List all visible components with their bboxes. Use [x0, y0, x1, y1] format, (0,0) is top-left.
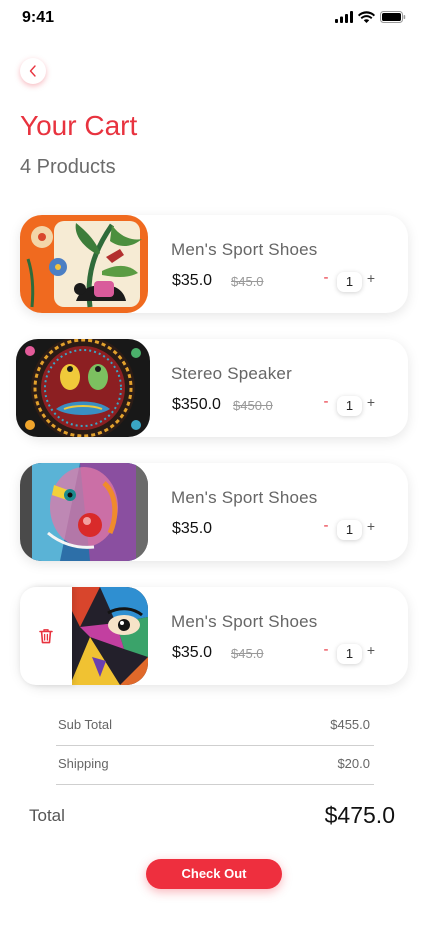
subtotal-value: $455.0	[330, 717, 370, 732]
shipping-label: Shipping	[58, 756, 109, 771]
qty-value: 1	[337, 644, 362, 664]
checkout-button[interactable]: Check Out	[146, 859, 282, 889]
item-old-price: $45.0	[231, 274, 264, 289]
signal-icon	[335, 11, 353, 23]
product-image	[20, 463, 148, 561]
subtotal-row: Sub Total $455.0	[56, 706, 374, 746]
item-name: Men's Sport Shoes	[171, 612, 318, 631]
item-name: Men's Sport Shoes	[171, 488, 318, 507]
qty-increase-button[interactable]: +	[365, 270, 377, 286]
trash-icon	[39, 629, 53, 644]
product-image	[16, 339, 150, 437]
status-icons	[335, 11, 406, 23]
qty-increase-button[interactable]: +	[365, 642, 377, 658]
total-value: $475.0	[324, 802, 395, 828]
item-price: $350.0	[172, 396, 221, 413]
subtotal-label: Sub Total	[58, 717, 112, 732]
qty-increase-button[interactable]: +	[365, 518, 377, 534]
back-button[interactable]	[20, 58, 46, 84]
products-count: 4 Products	[20, 156, 116, 178]
qty-decrease-button[interactable]: -	[320, 269, 332, 286]
item-name: Men's Sport Shoes	[171, 240, 318, 259]
back-chevron-icon	[29, 65, 36, 77]
cart-item[interactable]: Stereo Speaker $350.0 $450.0 - 1 +	[16, 339, 408, 437]
item-old-price: $450.0	[233, 398, 273, 413]
item-name: Stereo Speaker	[171, 364, 292, 383]
item-price: $35.0	[172, 644, 213, 661]
total-label: Total	[29, 806, 65, 825]
status-bar: 9:41	[0, 0, 428, 36]
battery-icon	[380, 11, 406, 23]
page-title: Your Cart	[20, 110, 138, 141]
qty-decrease-button[interactable]: -	[320, 393, 332, 410]
product-image	[20, 215, 148, 313]
qty-value: 1	[337, 396, 362, 416]
item-old-price: $45.0	[231, 646, 264, 661]
item-price: $35.0	[172, 520, 213, 537]
shipping-row: Shipping $20.0	[56, 745, 374, 785]
qty-value: 1	[337, 272, 362, 292]
delete-item-button[interactable]	[20, 587, 72, 685]
status-time: 9:41	[22, 9, 55, 26]
qty-increase-button[interactable]: +	[365, 394, 377, 410]
cart-item[interactable]: Men's Sport Shoes $35.0 $45.0 - 1 +	[20, 215, 408, 313]
wifi-icon	[358, 11, 375, 23]
cart-item[interactable]: Men's Sport Shoes $35.0 - 1 +	[20, 463, 408, 561]
qty-decrease-button[interactable]: -	[320, 641, 332, 658]
qty-value: 1	[337, 520, 362, 540]
shipping-value: $20.0	[337, 756, 370, 771]
item-price: $35.0	[172, 272, 213, 289]
qty-decrease-button[interactable]: -	[320, 517, 332, 534]
cart-item[interactable]: Men's Sport Shoes $35.0 $45.0 - 1 +	[20, 587, 408, 685]
